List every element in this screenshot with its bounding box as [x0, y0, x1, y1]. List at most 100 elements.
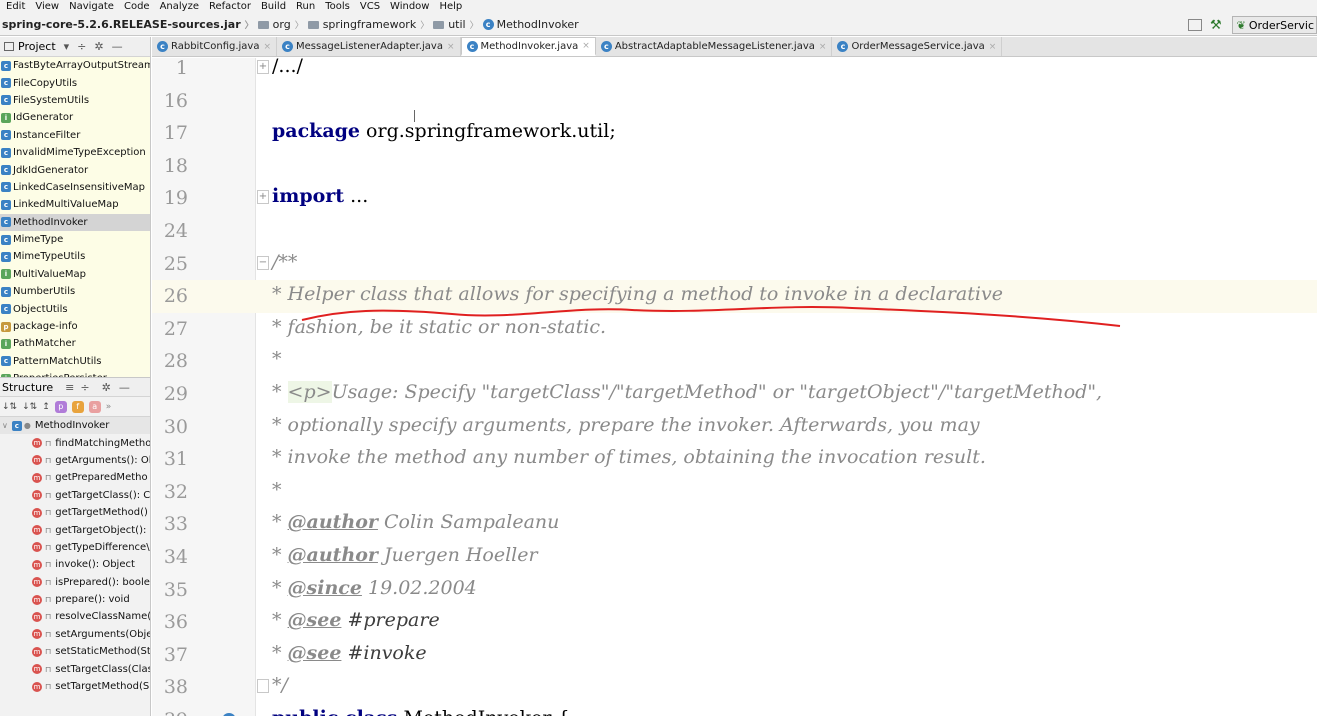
menu-item-run[interactable]: Run: [296, 2, 315, 12]
tree-item[interactable]: c MethodInvoker: [0, 213, 150, 231]
structure-member[interactable]: m ⊓ getArguments(): Ol: [0, 452, 150, 469]
tree-item[interactable]: c JdkIdGenerator: [0, 161, 150, 178]
class-icon: c: [1, 165, 11, 176]
tree-item[interactable]: c LinkedMultiValueMap: [0, 196, 150, 213]
sort-by-type-icon[interactable]: ↓⇅: [2, 402, 17, 412]
breadcrumb-org[interactable]: org 〉: [257, 18, 308, 31]
text-cursor: [414, 110, 415, 122]
hide-icon[interactable]: —: [119, 381, 130, 394]
code-text: public class MethodInvoker {: [272, 707, 570, 716]
tree-item[interactable]: p package-info: [0, 318, 150, 335]
structure-member-label: getPreparedMetho: [55, 472, 148, 484]
build-hammer-icon[interactable]: ⚒: [1210, 18, 1222, 33]
tree-item[interactable]: c ObjectUtils: [0, 300, 150, 317]
breadcrumb-springframework[interactable]: springframework 〉: [307, 18, 434, 31]
tree-item[interactable]: i IdGenerator: [0, 109, 150, 126]
terminal-icon[interactable]: [1187, 19, 1202, 31]
gear-icon[interactable]: ✲: [102, 381, 111, 394]
menu-item-view[interactable]: View: [35, 2, 59, 12]
menu-item-code[interactable]: Code: [124, 2, 150, 12]
menu-item-refactor[interactable]: Refactor: [209, 2, 251, 12]
menu-item-build[interactable]: Build: [261, 2, 286, 12]
menu-item-window[interactable]: Window: [390, 2, 429, 12]
sort-alpha-icon[interactable]: ↓⇅: [22, 402, 37, 412]
structure-member[interactable]: m ⊓ getPreparedMetho: [0, 469, 150, 486]
breadcrumb-project[interactable]: spring-core-5.2.6.RELEASE-sources.jar 〉: [2, 18, 258, 31]
visibility-icon: ⊓: [45, 455, 52, 465]
show-properties-icon[interactable]: p: [54, 400, 67, 413]
tree-item[interactable]: c InstanceFilter: [0, 127, 150, 144]
tree-item[interactable]: i MultiValueMap: [0, 266, 150, 283]
tree-item[interactable]: c LinkedCaseInsensitiveMap: [0, 179, 150, 196]
structure-pane-title[interactable]: Structure: [2, 381, 53, 394]
chevron-down-icon[interactable]: ∨: [2, 421, 8, 430]
comment-prefix: *: [272, 544, 288, 566]
close-tab-icon[interactable]: ×: [989, 42, 997, 52]
class-icon: c: [1, 356, 11, 367]
visibility-icon: ⊓: [45, 438, 52, 448]
expand-icon[interactable]: ≡: [65, 381, 74, 394]
more-icon[interactable]: »: [106, 402, 112, 412]
breadcrumb-util[interactable]: util 〉: [433, 18, 482, 31]
structure-member[interactable]: m ⊓ setTargetClass(Clas: [0, 660, 150, 677]
hide-icon[interactable]: —: [112, 40, 123, 53]
structure-member[interactable]: m ⊓ invoke(): Object: [0, 556, 150, 573]
project-pane-title[interactable]: Project: [18, 40, 56, 53]
gear-icon[interactable]: ✲: [94, 40, 103, 53]
tree-item[interactable]: c FileSystemUtils: [0, 92, 150, 109]
menu-item-tools[interactable]: Tools: [325, 2, 350, 12]
fold-marker-icon[interactable]: [257, 679, 269, 694]
structure-member[interactable]: m ⊓ findMatchingMetho: [0, 434, 150, 451]
close-tab-icon[interactable]: ×: [819, 42, 827, 52]
run-configuration-select[interactable]: ❦ OrderServic: [1231, 16, 1317, 34]
menu-item-edit[interactable]: Edit: [6, 2, 25, 12]
tree-item[interactable]: i PathMatcher: [0, 335, 150, 352]
close-tab-icon[interactable]: ×: [263, 42, 271, 52]
class-icon: c: [600, 41, 612, 52]
visibility-icon: ⊓: [45, 473, 52, 483]
fold-marker-icon[interactable]: +: [257, 190, 269, 205]
structure-member[interactable]: m ⊓ getTargetClass(): C: [0, 487, 150, 504]
tree-item[interactable]: c InvalidMimeTypeException: [0, 144, 150, 161]
close-tab-icon[interactable]: ×: [447, 42, 455, 52]
close-tab-icon[interactable]: ×: [582, 41, 590, 51]
project-pane-header: Project ▾ ÷ ✲ —: [0, 37, 150, 57]
show-fields-icon[interactable]: f: [71, 400, 84, 413]
public-visibility-icon: ●: [23, 421, 31, 431]
show-nonpublic-icon[interactable]: a: [88, 400, 101, 413]
structure-root[interactable]: ∨ c ● MethodInvoker: [0, 417, 150, 435]
dropdown-icon[interactable]: ▾: [64, 40, 70, 53]
structure-member[interactable]: m ⊓ setTargetMethod(S: [0, 678, 150, 695]
menu-item-vcs[interactable]: VCS: [360, 2, 380, 12]
structure-member[interactable]: m ⊓ prepare(): void: [0, 591, 150, 608]
line-number: 33: [163, 513, 188, 536]
tree-item-label: MultiValueMap: [13, 268, 87, 280]
breadcrumb-file[interactable]: c MethodInvoker: [482, 18, 579, 31]
menu-item-help[interactable]: Help: [439, 2, 462, 12]
tree-item[interactable]: c NumberUtils: [0, 283, 150, 300]
collapse-icon[interactable]: ÷: [80, 381, 89, 394]
class-icon: c: [1, 251, 11, 262]
structure-member[interactable]: m ⊓ getTargetMethod(): [0, 504, 150, 521]
structure-member[interactable]: m ⊓ resolveClassName(: [0, 608, 150, 625]
structure-member[interactable]: m ⊓ setArguments(Obje: [0, 626, 150, 643]
tree-item[interactable]: c PatternMatchUtils: [0, 353, 150, 370]
fold-marker-icon[interactable]: +: [257, 60, 269, 74]
tree-item[interactable]: c FastByteArrayOutputStream: [0, 57, 150, 74]
menu-item-navigate[interactable]: Navigate: [69, 2, 114, 12]
tree-item[interactable]: c MimeType: [0, 231, 150, 248]
line-number: 31: [163, 448, 188, 471]
method-icon: m: [32, 438, 42, 449]
fold-marker-icon[interactable]: −: [257, 255, 269, 270]
structure-member[interactable]: m ⊓ getTypeDifference\: [0, 539, 150, 556]
code-editor[interactable]: 1 +/.../16 17 package org.springframework.u…: [152, 55, 1317, 716]
menu-item-analyze[interactable]: Analyze: [160, 2, 199, 12]
tree-item[interactable]: iPropertiesPersister: [0, 370, 150, 377]
show-inherited-icon[interactable]: ↥: [42, 402, 50, 412]
structure-member[interactable]: m ⊓ getTargetObject():: [0, 521, 150, 538]
structure-member[interactable]: m ⊓ setStaticMethod(St: [0, 643, 150, 660]
tree-item[interactable]: c FileCopyUtils: [0, 74, 150, 91]
collapse-icon[interactable]: ÷: [77, 40, 86, 53]
tree-item[interactable]: c MimeTypeUtils: [0, 248, 150, 265]
structure-member[interactable]: m ⊓ isPrepared(): boole: [0, 574, 150, 591]
